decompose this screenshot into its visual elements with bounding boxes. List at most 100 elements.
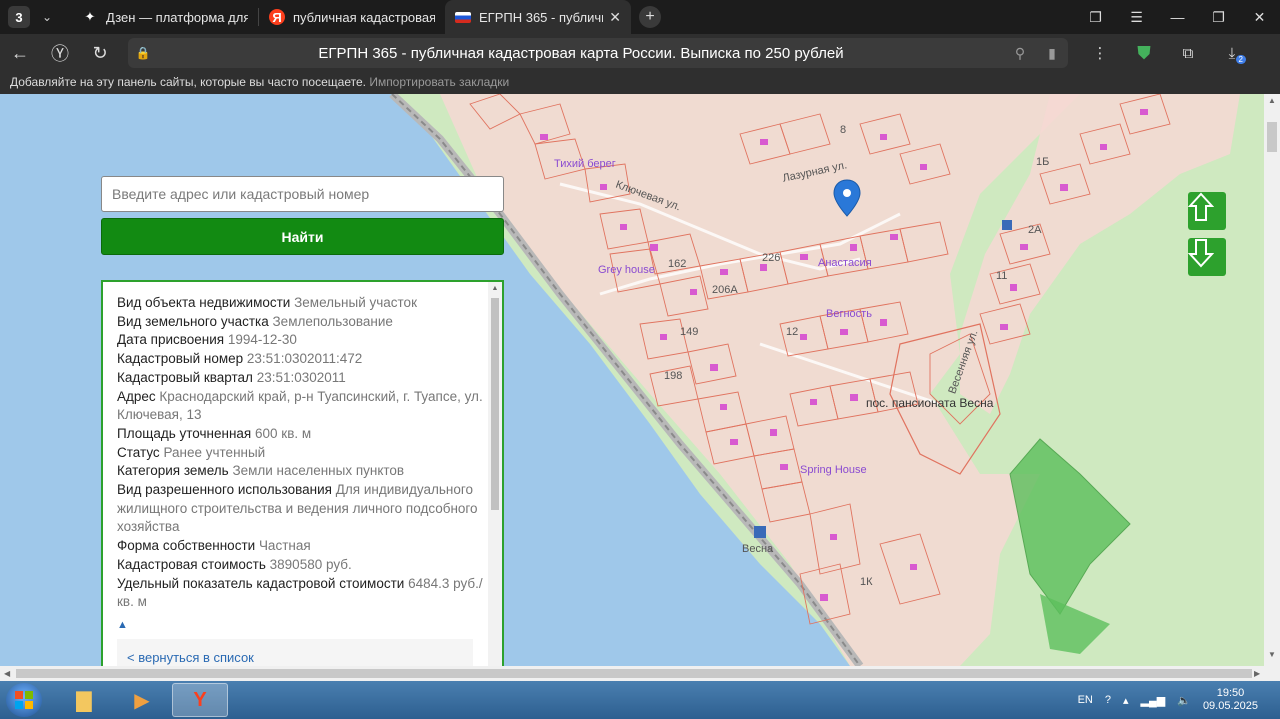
- network-icon[interactable]: ▂▄▆: [1141, 694, 1166, 707]
- clock[interactable]: 19:50 09.05.2025: [1203, 687, 1258, 713]
- info-value: Землепользование: [272, 313, 393, 329]
- info-value: 600 кв. м: [255, 425, 312, 441]
- info-value: Земельный участок: [294, 295, 417, 310]
- cadastral-map[interactable]: Тихий берег Ключевая ул. Лазурная ул. Gr…: [0, 94, 1264, 666]
- window-controls: ❐ ☰ — ❐ ✕: [1075, 0, 1280, 34]
- tab-kadastr[interactable]: Я публичная кадастровая к: [259, 0, 445, 34]
- map-label-grey-house[interactable]: Grey house: [598, 264, 655, 276]
- volume-icon[interactable]: 🔈: [1177, 694, 1191, 707]
- scroll-up-icon[interactable]: ▲: [488, 282, 502, 296]
- protect-shield-icon[interactable]: ⛊: [1122, 43, 1166, 64]
- reload-icon[interactable]: ↻: [80, 43, 120, 64]
- info-row: Удельный показатель кадастровой стоимост…: [117, 575, 488, 612]
- new-tab-button[interactable]: +: [639, 6, 661, 28]
- help-icon[interactable]: ?: [1105, 694, 1111, 706]
- map-label-number: 8: [840, 124, 847, 136]
- map-label-number: 12: [786, 326, 799, 338]
- extensions-icon[interactable]: ⧉: [1166, 45, 1210, 62]
- omnibox[interactable]: 🔒 ЕГРПН 365 - публичная кадастровая карт…: [128, 38, 1068, 68]
- tab-label: публичная кадастровая к: [293, 9, 435, 25]
- info-key: Кадастровый номер: [117, 351, 244, 367]
- bookmark-panel-icon[interactable]: ❐: [1075, 9, 1116, 26]
- arrow-up-button[interactable]: [1188, 192, 1226, 230]
- map-label-pansionat: пос. пансионата Весна: [866, 396, 994, 410]
- arrow-down-icon: [1188, 239, 1214, 268]
- yandex-home-icon[interactable]: Ⓨ: [40, 40, 80, 66]
- map-label-vesna-station[interactable]: Весна: [742, 543, 773, 555]
- arrow-up-icon: [1188, 192, 1214, 221]
- collapse-triangle-icon[interactable]: ▲: [117, 616, 488, 635]
- russia-flag-icon: [455, 9, 471, 25]
- bus-stop-icon: [754, 526, 766, 538]
- explorer-taskbar-button[interactable]: ▇: [56, 683, 112, 717]
- scrollbar-thumb[interactable]: [16, 669, 1252, 678]
- info-key: Вид объекта недвижимости: [117, 295, 291, 310]
- back-arrow-icon[interactable]: ←: [0, 43, 40, 64]
- close-icon[interactable]: ✕: [609, 9, 621, 26]
- import-bookmarks-link[interactable]: Импортировать закладки: [369, 75, 509, 89]
- map-label-number: 226: [762, 252, 781, 264]
- page-vertical-scrollbar[interactable]: ▲ ▼: [1264, 94, 1280, 666]
- map-label-number: 1Б: [1036, 156, 1050, 168]
- search-input[interactable]: [101, 176, 504, 212]
- more-vertical-icon[interactable]: ⋮: [1078, 44, 1122, 62]
- find-button[interactable]: Найти: [101, 218, 504, 255]
- info-key: Категория земель: [117, 463, 229, 479]
- info-value: Краснодарский край, р-н Туапсинский, г. …: [117, 388, 483, 423]
- info-row: Дата присвоения 1994-12-30: [117, 331, 488, 350]
- arrow-down-button[interactable]: [1188, 238, 1226, 276]
- scroll-left-icon[interactable]: ◀: [4, 666, 10, 681]
- info-key: Вид земельного участка: [117, 313, 269, 329]
- map-label-vegnost[interactable]: Вегность: [826, 308, 872, 320]
- info-row: Адрес Краснодарский край, р-н Туапсински…: [117, 388, 488, 425]
- start-button[interactable]: [6, 683, 42, 717]
- language-indicator[interactable]: EN: [1078, 694, 1093, 706]
- minimize-icon[interactable]: —: [1157, 9, 1198, 25]
- map-label-spring-house[interactable]: Spring House: [800, 464, 867, 476]
- info-key: Дата присвоения: [117, 332, 225, 348]
- back-to-list-link[interactable]: < вернуться в список: [117, 638, 473, 666]
- page-horizontal-scrollbar[interactable]: ◀ ▶: [0, 666, 1280, 681]
- menu-icon[interactable]: ☰: [1116, 9, 1157, 26]
- info-value: 23:51:0302011: [256, 369, 346, 385]
- info-row: Кадастровая стоимость 3890580 руб.: [117, 556, 488, 575]
- taskbar: ▇ ▶ Y EN ? ▴ ▂▄▆ 🔈 19:50 09.05.2025: [0, 681, 1280, 719]
- tab-counter-button[interactable]: 3: [8, 6, 30, 28]
- system-tray: EN ? ▴ ▂▄▆ 🔈 19:50 09.05.2025: [1072, 681, 1280, 719]
- info-value: Ранее учтенный: [163, 444, 266, 460]
- bookmark-icon[interactable]: ▮: [1036, 45, 1068, 62]
- map-label-anastasia[interactable]: Анастасия: [818, 257, 872, 269]
- yandex-browser-icon: Y: [193, 688, 207, 711]
- folder-icon: ▇: [76, 689, 92, 712]
- pin-off-icon[interactable]: ⚲: [1004, 45, 1036, 62]
- close-window-icon[interactable]: ✕: [1239, 9, 1280, 26]
- green-zone: [1009, 438, 1131, 615]
- media-player-taskbar-button[interactable]: ▶: [114, 683, 170, 717]
- downloads-icon[interactable]: ⤓ 2: [1210, 45, 1254, 64]
- tab-dzen[interactable]: ✦ Дзен — платформа для пр: [72, 0, 258, 34]
- yandex-browser-taskbar-button[interactable]: Y: [172, 683, 228, 717]
- panel-scrollbar[interactable]: ▲: [488, 282, 502, 666]
- map-label-number: 162: [668, 258, 687, 270]
- info-row: Вид земельного участка Землепользование: [117, 313, 488, 332]
- scroll-right-icon[interactable]: ▶: [1254, 666, 1260, 681]
- bookmarks-bar: Добавляйте на эту панель сайты, которые …: [0, 72, 1280, 94]
- map-label-tikhiy-bereg[interactable]: Тихий берег: [554, 158, 616, 170]
- scrollbar-thumb[interactable]: [1267, 122, 1277, 152]
- parcel-info-list[interactable]: Вид объекта недвижимости Земельный участ…: [103, 282, 488, 666]
- chevron-down-icon[interactable]: ⌄: [36, 6, 58, 28]
- scroll-down-icon[interactable]: ▼: [1264, 650, 1280, 659]
- tray-arrow-icon[interactable]: ▴: [1123, 694, 1129, 707]
- info-value: 1994-12-30: [227, 332, 297, 348]
- address-bar: ← Ⓨ ↻ 🔒 ЕГРПН 365 - публичная кадастрова…: [0, 34, 1280, 72]
- tab-label: ЕГРПН 365 - публичная: [479, 9, 603, 25]
- tab-egrpn[interactable]: ЕГРПН 365 - публичная ✕: [445, 0, 631, 34]
- map-label-number: 198: [664, 370, 683, 382]
- scroll-up-icon[interactable]: ▲: [1264, 96, 1280, 105]
- info-row: Площадь уточненная 600 кв. м: [117, 425, 488, 444]
- scrollbar-thumb[interactable]: [491, 298, 499, 510]
- info-row: Вид объекта недвижимости Земельный участ…: [117, 294, 488, 313]
- lock-icon[interactable]: 🔒: [128, 46, 158, 60]
- info-key: Удельный показатель кадастровой стоимост…: [117, 575, 405, 591]
- restore-icon[interactable]: ❐: [1198, 9, 1239, 26]
